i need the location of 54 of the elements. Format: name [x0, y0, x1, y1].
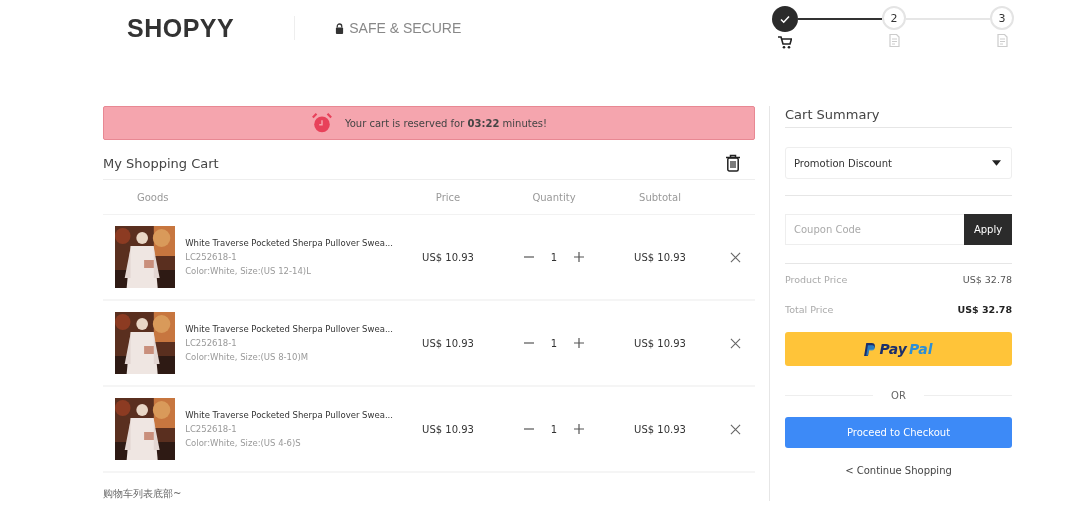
plus-icon[interactable] — [573, 337, 586, 349]
product-variant: Color:White, Size:(US 8-10)M — [185, 352, 310, 362]
subtotal: US$ 10.93 — [634, 337, 686, 349]
column-header: Subtotal — [639, 191, 681, 203]
quantity-value: 1 — [550, 423, 558, 435]
column-header: Quantity — [532, 191, 576, 203]
product-sku: LC252618-1 — [185, 424, 238, 434]
paypal-button[interactable]: PayPal — [785, 332, 1012, 366]
price: US$ 10.93 — [422, 423, 474, 435]
product-variant: Color:White, Size:(US 4-6)S — [185, 438, 302, 448]
subtotal: US$ 10.93 — [634, 251, 686, 263]
column-header: Goods — [136, 191, 170, 203]
close-icon[interactable] — [729, 337, 741, 349]
product-name[interactable]: White Traverse Pocketed Sherpa Pullover Swea... — [185, 324, 393, 334]
step-indicator: 2 — [882, 6, 906, 30]
price: US$ 10.93 — [422, 337, 474, 349]
step-indicator: 3 — [990, 6, 1014, 30]
product-name[interactable]: White Traverse Pocketed Sherpa Pullover Swea... — [185, 410, 393, 420]
close-icon[interactable] — [729, 423, 741, 435]
coupon-field[interactable]: Coupon Code — [785, 214, 964, 245]
lock-icon — [335, 22, 345, 34]
caret-icon — [992, 160, 1001, 166]
paypal-mark-icon — [864, 342, 876, 356]
price-value: US$ 32.78 — [962, 273, 1012, 285]
plus-icon[interactable] — [573, 423, 586, 435]
list-footer-note: 购物车列表底部~ — [103, 487, 183, 501]
cart-icon — [778, 36, 792, 49]
product-variant: Color:White, Size:(US 12-14)L — [185, 266, 312, 276]
product-sku: LC252618-1 — [185, 338, 238, 348]
or-separator: OR — [891, 390, 906, 401]
product-name[interactable]: White Traverse Pocketed Sherpa Pullover Swea... — [185, 238, 393, 248]
close-icon[interactable] — [729, 251, 741, 263]
summary-title: Cart Summary — [785, 107, 881, 124]
price-label: Product Price — [785, 273, 848, 285]
cart-title: My Shopping Cart — [103, 155, 219, 171]
price-label: Total Price — [785, 303, 834, 315]
promotion-select[interactable]: Promotion Discount — [785, 147, 1012, 179]
subtotal: US$ 10.93 — [634, 423, 686, 435]
column-header: Price — [435, 191, 461, 203]
plus-icon[interactable] — [573, 251, 586, 263]
product-sku: LC252618-1 — [185, 252, 238, 262]
logo[interactable]: SHOPYY — [127, 13, 235, 43]
quantity-value: 1 — [550, 251, 558, 263]
continue-shopping-link[interactable]: < Continue Shopping — [845, 465, 952, 476]
quantity-value: 1 — [550, 337, 558, 349]
alarm-clock-icon — [310, 112, 333, 134]
secure-label: SAFE & SECURE — [349, 20, 462, 36]
reservation-message: Your cart is reserved for 03:22 minutes! — [344, 117, 548, 129]
price: US$ 10.93 — [422, 251, 474, 263]
document-icon — [888, 34, 900, 47]
apply-button[interactable]: Apply — [964, 214, 1012, 245]
document-icon — [996, 34, 1008, 47]
price-value: US$ 32.78 — [957, 303, 1012, 315]
trash-icon[interactable] — [725, 154, 741, 172]
